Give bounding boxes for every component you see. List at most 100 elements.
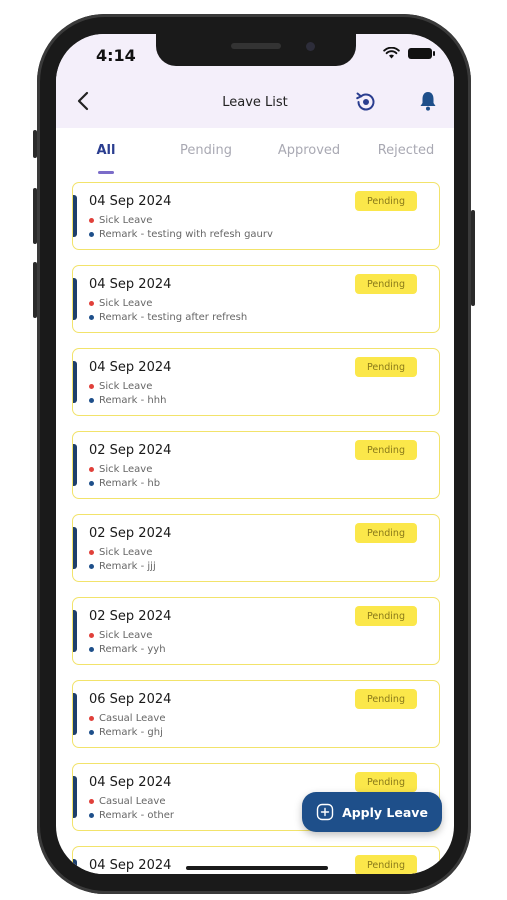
apply-leave-button[interactable]: Apply Leave [302,792,442,832]
status-time: 4:14 [96,46,136,65]
phone-mute-switch [33,130,37,158]
battery-icon [408,47,435,59]
status-badge: Pending [355,357,417,377]
leave-card[interactable]: 02 Sep 2024 Sick Leave Remark - hb Pending [72,431,440,499]
status-badge: Pending [355,689,417,709]
leave-type-row: Sick Leave [89,381,152,392]
leave-type-dot [89,218,94,223]
leave-remark-row: Remark - yyh [89,644,166,655]
leave-type-row: Sick Leave [89,464,152,475]
leave-remark: Remark - ghj [99,727,163,738]
phone-power-button [471,210,475,306]
leave-date: 02 Sep 2024 [89,443,172,458]
leave-date: 04 Sep 2024 [89,858,172,873]
leave-type-row: Sick Leave [89,215,152,226]
bell-icon[interactable] [418,90,438,112]
notch [156,34,356,66]
leave-type-dot [89,467,94,472]
remark-dot [89,481,94,486]
leave-type-dot [89,716,94,721]
remark-dot [89,232,94,237]
leave-card[interactable]: 04 Sep 2024 Sick Leave Remark - testing wi… [72,182,440,250]
leave-type-row: Casual Leave [89,713,166,724]
status-badge: Pending [355,772,417,792]
status-badge: Pending [355,606,417,626]
app-screen: 4:14 Leave List All Pending Approved Rej… [56,34,454,874]
leave-type: Sick Leave [99,547,153,558]
card-accent-bar [73,610,77,652]
remark-dot [89,315,94,320]
phone-volume-down [33,262,37,318]
leave-type-dot [89,384,94,389]
tab-bar: All Pending Approved Rejected [56,128,454,176]
tab-all[interactable]: All [86,143,126,158]
leave-date: 02 Sep 2024 [89,609,172,624]
card-accent-bar [73,278,77,320]
leave-date: 04 Sep 2024 [89,360,172,375]
plus-square-icon [316,803,334,821]
speaker [231,43,281,49]
card-accent-bar [73,195,77,237]
leave-date: 02 Sep 2024 [89,526,172,541]
leave-remark: Remark - jjj [99,561,156,572]
leave-type: Sick Leave [99,381,153,392]
status-badge: Pending [355,191,417,211]
leave-date: 04 Sep 2024 [89,775,172,790]
apply-leave-label: Apply Leave [342,804,428,820]
leave-remark-row: Remark - hhh [89,395,166,406]
status-badge: Pending [355,523,417,543]
tab-rejected[interactable]: Rejected [366,143,446,158]
leave-type: Sick Leave [99,630,153,641]
leave-remark-row: Remark - testing after refresh [89,312,247,323]
leave-type-dot [89,301,94,306]
leave-remark: Remark - hhh [99,395,167,406]
leave-remark: Remark - yyh [99,644,166,655]
remark-dot [89,647,94,652]
tab-pending[interactable]: Pending [166,143,246,158]
tab-approved[interactable]: Approved [264,143,354,158]
leave-date: 04 Sep 2024 [89,277,172,292]
sync-icon[interactable] [354,90,378,114]
page-title: Leave List [222,95,288,110]
leave-remark-row: Remark - jjj [89,561,156,572]
leave-card[interactable]: 02 Sep 2024 Sick Leave Remark - yyh Pending [72,597,440,665]
status-badge: Pending [355,274,417,294]
leave-remark: Remark - testing with refesh gaurv [99,229,273,240]
leave-type-dot [89,633,94,638]
leave-remark-row: Remark - other [89,810,174,821]
leave-date: 04 Sep 2024 [89,194,172,209]
wifi-icon [383,47,400,59]
leave-remark-row: Remark - hb [89,478,160,489]
card-accent-bar [73,361,77,403]
card-accent-bar [73,776,77,818]
leave-remark-row: Remark - testing with refesh gaurv [89,229,273,240]
leave-card[interactable]: 04 Sep 2024 Sick Leave Remark - hhh Pending [72,348,440,416]
leave-type: Casual Leave [99,796,166,807]
active-tab-indicator [98,171,114,174]
leave-type: Casual Leave [99,713,166,724]
front-camera [306,42,315,51]
leave-type-dot [89,550,94,555]
phone-volume-up [33,188,37,244]
leave-type: Sick Leave [99,298,153,309]
remark-dot [89,564,94,569]
leave-card[interactable]: 04 Sep 2024 Sick Leave Remark - testing af… [72,265,440,333]
leave-date: 06 Sep 2024 [89,692,172,707]
leave-type-row: Sick Leave [89,630,152,641]
leave-type-dot [89,799,94,804]
leave-card[interactable]: 06 Sep 2024 Casual Leave Remark - ghj Pendi… [72,680,440,748]
card-accent-bar [73,444,77,486]
leave-remark: Remark - testing after refresh [99,312,248,323]
leave-remark: Remark - other [99,810,175,821]
leave-type: Sick Leave [99,464,153,475]
status-badge: Pending [355,440,417,460]
card-accent-bar [73,693,77,735]
home-indicator[interactable] [186,866,328,870]
card-accent-bar [73,527,77,569]
leave-type: Sick Leave [99,215,153,226]
leave-type-row: Sick Leave [89,298,152,309]
leave-remark-row: Remark - ghj [89,727,163,738]
status-badge: Pending [355,855,417,874]
leave-type-row: Sick Leave [89,547,152,558]
leave-card[interactable]: 02 Sep 2024 Sick Leave Remark - jjj Pending [72,514,440,582]
